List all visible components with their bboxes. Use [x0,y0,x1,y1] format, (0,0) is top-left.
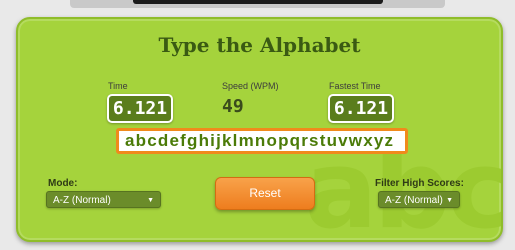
speed-label: Speed (WPM) [222,81,279,91]
top-bar-inner [133,0,383,4]
filter-select-value: A-Z (Normal) [385,195,443,206]
mode-select-value: A-Z (Normal) [53,195,111,206]
game-panel: abc Type the Alphabet Time 6.121 Speed (… [16,17,503,242]
speed-value: 49 [222,96,244,117]
mode-select[interactable]: A-Z (Normal) ▼ [46,191,161,208]
fastest-time-label: Fastest Time [329,81,381,91]
caret-down-icon: ▼ [147,197,154,204]
caret-down-icon: ▼ [446,197,453,204]
top-bar [70,0,445,8]
time-label: Time [108,81,128,91]
filter-high-scores-label: Filter High Scores: [375,178,464,189]
reset-button[interactable]: Reset [215,177,315,210]
alphabet-input[interactable] [119,131,405,151]
filter-high-scores-select[interactable]: A-Z (Normal) ▼ [378,191,460,208]
mode-label: Mode: [48,178,78,189]
time-value: 6.121 [107,94,173,123]
alphabet-input-wrapper [116,128,408,154]
fastest-time-value: 6.121 [328,94,394,123]
page-title: Type the Alphabet [158,33,361,57]
